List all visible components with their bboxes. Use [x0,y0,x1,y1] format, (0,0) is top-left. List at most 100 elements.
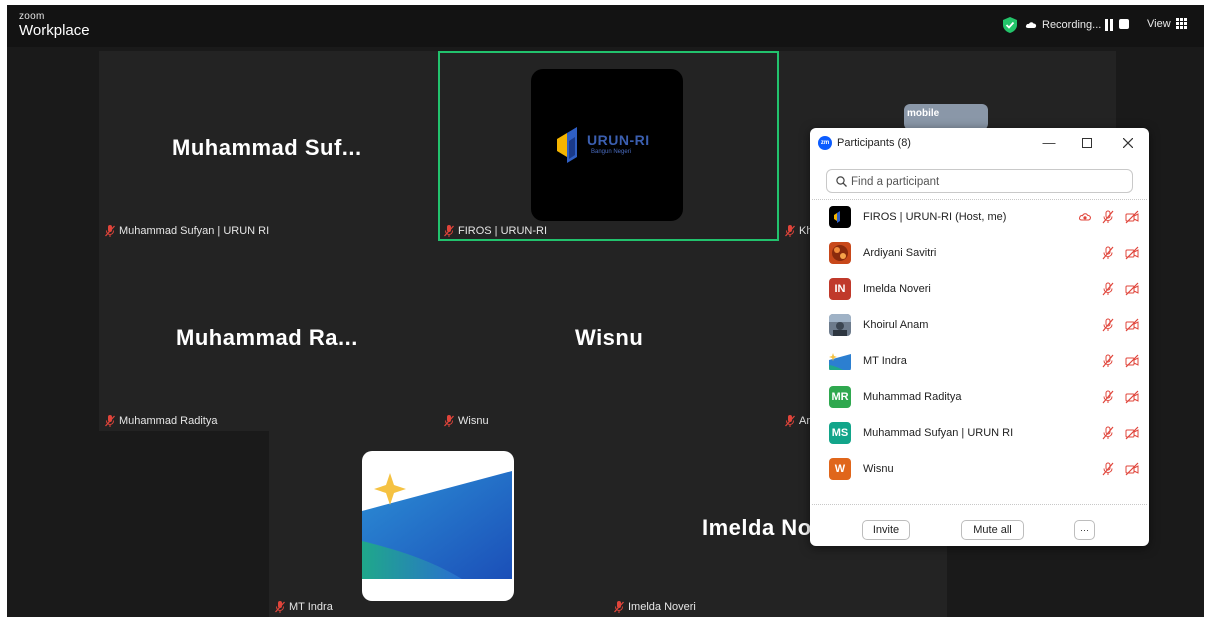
participant-label: Muhammad Sufyan | URUN RI [105,225,269,237]
avatar [829,242,851,264]
avatar [829,350,851,372]
close-icon[interactable] [1118,133,1138,153]
avatar [829,314,851,336]
panel-title: Participants (8) [837,137,911,149]
mic-off-icon [105,225,115,237]
mt-indra-logo-graphic [362,471,512,579]
panel-footer: Invite Mute all ··· [810,513,1149,546]
mic-off-icon[interactable] [1101,246,1115,260]
recording-status[interactable]: Recording... [1042,19,1101,31]
mic-off-icon[interactable] [1101,282,1115,296]
mic-off-icon[interactable] [1101,390,1115,404]
participant-row-ardiyani[interactable]: Ardiyani Savitri [812,236,1147,272]
zoom-meeting-window: zoom Workplace Recording... View Muhamma… [7,5,1204,617]
mic-off-icon[interactable] [1101,426,1115,440]
search-input[interactable] [849,173,1123,191]
participant-row-imelda[interactable]: IN Imelda Noveri [812,272,1147,308]
khoirul-profile-image: mobile [904,104,988,130]
video-off-icon[interactable] [1125,390,1139,404]
mic-off-icon [444,415,454,427]
participant-label: Wisnu [444,415,489,427]
top-bar: zoom Workplace Recording... View [7,5,1204,47]
avatar: W [829,458,851,480]
video-tile-wisnu[interactable]: Wisnu Wisnu [438,241,779,431]
participant-row-wisnu[interactable]: W Wisnu [812,452,1147,488]
participant-name: Ardiyani Savitri [863,247,937,259]
avatar: MR [829,386,851,408]
brand-zoom: zoom [19,11,45,22]
participant-name: Muhammad Raditya [863,391,962,403]
video-off-icon[interactable] [1125,246,1139,260]
avatar: MS [829,422,851,444]
participant-label: MT Indra [275,601,333,613]
participant-name: FIROS | URUN-RI (Host, me) [863,211,1007,223]
participants-panel: zm Participants (8) — FIROS | URUN-RI (H… [810,128,1149,546]
mic-off-icon [444,225,454,237]
avatar [829,206,851,228]
participant-label: Imelda Noveri [614,601,696,613]
participant-label-text: Imelda Noveri [628,601,696,613]
video-off-icon[interactable] [1125,282,1139,296]
participant-row-khoirul[interactable]: Khoirul Anam [812,308,1147,344]
panel-title-bar[interactable]: zm Participants (8) — [810,128,1149,158]
mic-off-icon[interactable] [1101,210,1115,224]
video-tile-mtindra[interactable]: MT Indra [269,431,608,617]
video-off-icon[interactable] [1125,210,1139,224]
urun-ri-emblem-icon [834,211,840,223]
maximize-icon[interactable] [1077,133,1097,153]
participant-name: Imelda Noveri [863,283,931,295]
participant-label: Ar [785,415,810,427]
video-off-icon[interactable] [1125,318,1139,332]
profile-image-text: mobile [907,108,940,119]
minimize-icon[interactable]: — [1039,133,1059,153]
profile-photo-icon [832,245,848,261]
participant-label-text: Muhammad Sufyan | URUN RI [119,225,270,237]
participant-display-name: Muhammad Suf... [172,135,362,160]
security-shield-icon[interactable] [1003,17,1017,33]
video-off-icon[interactable] [1125,354,1139,368]
video-off-icon[interactable] [1125,462,1139,476]
participant-label-text: MT Indra [289,601,333,613]
mic-off-icon[interactable] [1101,318,1115,332]
recording-cloud-icon [1078,213,1091,221]
participant-search[interactable] [826,169,1133,193]
mic-off-icon[interactable] [1101,354,1115,368]
invite-button[interactable]: Invite [862,520,910,540]
video-tile-raditya[interactable]: Muhammad Ra... Muhammad Raditya [99,241,438,431]
participant-name: Wisnu [863,463,894,475]
grid-view-icon[interactable] [1176,18,1187,29]
mic-off-icon [785,225,795,237]
participant-row-sufyan[interactable]: MS Muhammad Sufyan | URUN RI [812,416,1147,452]
mute-all-button[interactable]: Mute all [961,520,1024,540]
mic-off-icon [614,601,624,613]
urun-ri-logo: URUN-RI Bangun Negeri [531,69,683,221]
participant-label-text: Ar [799,415,810,427]
mt-indra-logo-graphic [829,353,851,370]
brand-workplace: Workplace [19,22,90,39]
avatar: IN [829,278,851,300]
mic-off-icon [105,415,115,427]
participant-name: Muhammad Sufyan | URUN RI [863,427,1014,439]
mt-indra-logo [362,451,514,601]
participant-row-raditya[interactable]: MR Muhammad Raditya [812,380,1147,416]
participant-name: Khoirul Anam [863,319,929,331]
mic-off-icon[interactable] [1101,462,1115,476]
participant-name: MT Indra [863,355,907,367]
participant-display-name: Wisnu [575,325,644,350]
urun-ri-logo-subtitle: Bangun Negeri [591,149,632,155]
video-off-icon[interactable] [1125,426,1139,440]
participant-row-mtindra[interactable]: MT Indra [812,344,1147,380]
participant-label-text: FIROS | URUN-RI [458,225,548,237]
participant-row-firos[interactable]: FIROS | URUN-RI (Host, me) [812,200,1147,236]
more-options-button[interactable]: ··· [1074,520,1095,540]
mic-off-icon [275,601,285,613]
view-button[interactable]: View [1147,18,1171,30]
stop-recording-icon[interactable] [1119,19,1129,29]
urun-ri-logo-text: URUN-RI [587,132,650,148]
video-tile-sufyan[interactable]: Muhammad Suf... Muhammad Sufyan | URUN R… [99,51,438,241]
participant-label-text: Muhammad Raditya [119,415,218,427]
video-tile-firos[interactable]: URUN-RI Bangun Negeri FIROS | URUN-RI [438,51,779,241]
pause-recording-icon[interactable] [1104,19,1114,31]
participant-label-text: Wisnu [458,415,489,427]
mic-off-icon [785,415,795,427]
